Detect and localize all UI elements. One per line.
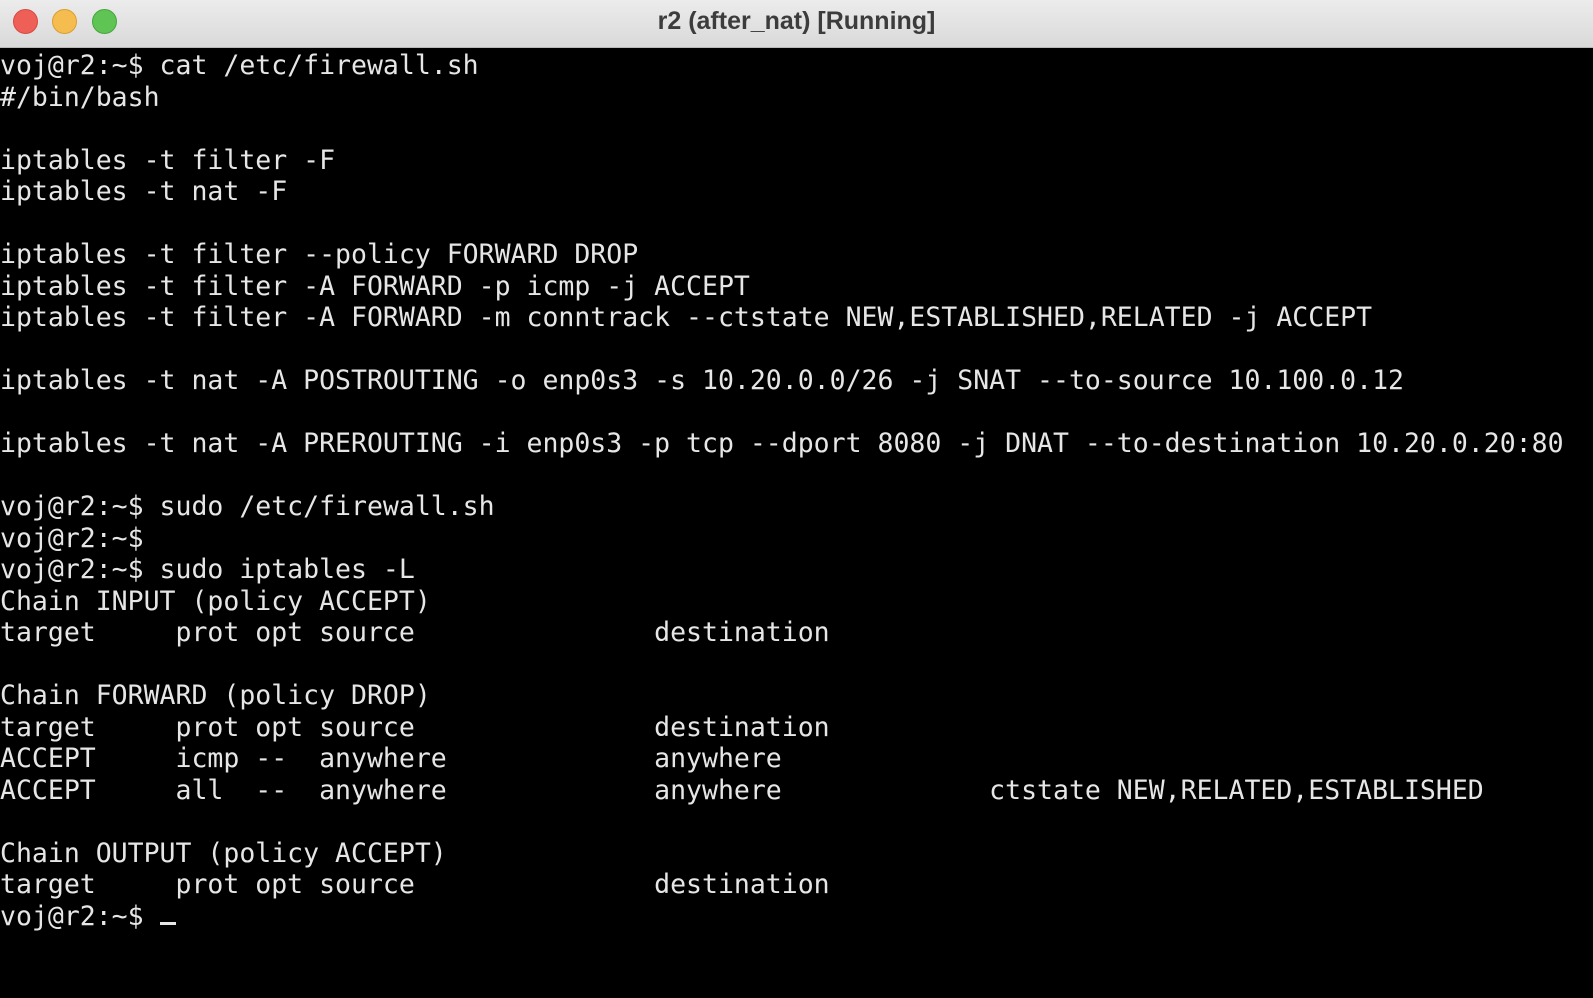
terminal-line: iptables -t nat -F	[0, 176, 288, 207]
terminal-line: target prot opt source destination	[0, 869, 830, 900]
terminal-line: target prot opt source destination	[0, 711, 830, 743]
terminal-line: voj@r2:~$ cat /etc/firewall.sh	[0, 50, 479, 81]
terminal-line: iptables -t filter --policy FORWARD DROP	[0, 239, 639, 270]
text-cursor	[159, 921, 176, 925]
terminal-line: target prot opt source destination	[0, 617, 830, 648]
terminal-line: Chain OUTPUT (policy ACCEPT)	[0, 837, 447, 869]
terminal-line: voj@r2:~$ sudo iptables -L	[0, 554, 415, 585]
terminal-line: ACCEPT icmp -- anywhere anywhere	[0, 743, 782, 774]
terminal-line: #/bin/bash	[0, 81, 160, 113]
window-title: r2 (after_nat) [Running]	[657, 7, 936, 35]
terminal-screen[interactable]: voj@r2:~$ cat /etc/firewall.sh #/bin/bas…	[0, 50, 1593, 998]
terminal-line: ACCEPT all -- anywhere anywhere ctstate …	[0, 774, 1484, 806]
terminal-line: iptables -t filter -F	[0, 144, 336, 176]
terminal-line: voj@r2:~$ sudo /etc/firewall.sh	[0, 491, 495, 522]
vm-window: r2 (after_nat) [Running] voj@r2:~$ cat /…	[0, 0, 1593, 998]
terminal-line: iptables -t nat -A PREROUTING -i enp0s3 …	[0, 428, 1564, 459]
terminal-line: iptables -t nat -A POSTROUTING -o enp0s3…	[0, 365, 1404, 396]
terminal-line: iptables -t filter -A FORWARD -p icmp -j…	[0, 270, 750, 302]
terminal-prompt-line[interactable]: voj@r2:~$	[0, 901, 176, 933]
terminal-line: Chain INPUT (policy ACCEPT)	[0, 585, 431, 617]
title-bar[interactable]: r2 (after_nat) [Running]	[0, 0, 1593, 48]
terminal-line: Chain FORWARD (policy DROP)	[0, 680, 431, 711]
terminal-line: iptables -t filter -A FORWARD -m conntra…	[0, 302, 1373, 333]
terminal-prompt: voj@r2:~$	[0, 900, 160, 932]
terminal-line: voj@r2:~$	[0, 522, 144, 554]
